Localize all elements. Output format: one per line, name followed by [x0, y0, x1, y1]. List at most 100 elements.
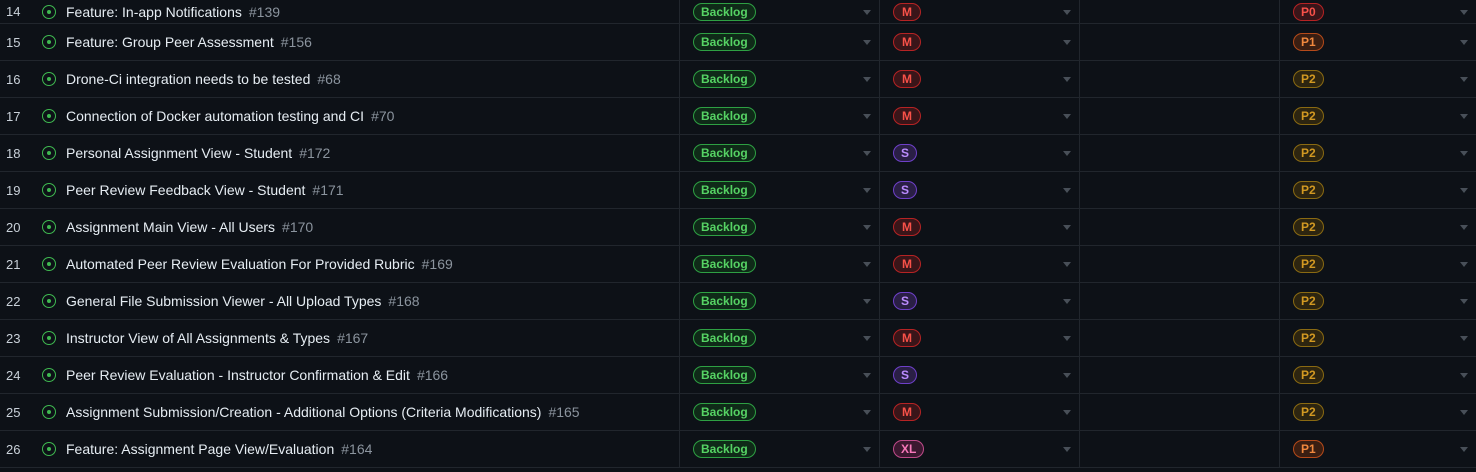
size-cell[interactable]: M	[880, 24, 1080, 60]
issue-title-link[interactable]: Feature: Group Peer Assessment	[66, 34, 274, 50]
title-cell[interactable]: Instructor View of All Assignments & Typ…	[38, 320, 680, 356]
status-cell[interactable]: Backlog	[680, 172, 880, 208]
priority-cell[interactable]: P0	[1280, 0, 1476, 23]
issue-title-link[interactable]: Assignment Submission/Creation - Additio…	[66, 404, 541, 420]
table-row[interactable]: 24 Peer Review Evaluation - Instructor C…	[0, 357, 1476, 394]
size-cell[interactable]: M	[880, 394, 1080, 430]
empty-field-cell[interactable]	[1080, 357, 1280, 393]
title-cell[interactable]: Automated Peer Review Evaluation For Pro…	[38, 246, 680, 282]
size-cell[interactable]: S	[880, 283, 1080, 319]
size-cell[interactable]: M	[880, 246, 1080, 282]
triangle-down-icon[interactable]	[863, 373, 871, 378]
triangle-down-icon[interactable]	[1460, 336, 1468, 341]
empty-field-cell[interactable]	[1080, 246, 1280, 282]
triangle-down-icon[interactable]	[863, 77, 871, 82]
empty-field-cell[interactable]	[1080, 98, 1280, 134]
title-cell[interactable]: Feature: Assignment Page View/Evaluation…	[38, 431, 680, 467]
issue-title-link[interactable]: Assignment Main View - All Users	[66, 219, 275, 235]
priority-cell[interactable]: P2	[1280, 98, 1476, 134]
triangle-down-icon[interactable]	[1063, 336, 1071, 341]
priority-cell[interactable]: P2	[1280, 172, 1476, 208]
issue-title-link[interactable]: Feature: Assignment Page View/Evaluation	[66, 441, 334, 457]
issue-title-link[interactable]: Feature: In-app Notifications	[66, 4, 242, 20]
priority-cell[interactable]: P2	[1280, 357, 1476, 393]
status-cell[interactable]: Backlog	[680, 209, 880, 245]
status-cell[interactable]: Backlog	[680, 61, 880, 97]
table-row[interactable]: 23 Instructor View of All Assignments & …	[0, 320, 1476, 357]
issue-title-link[interactable]: Instructor View of All Assignments & Typ…	[66, 330, 330, 346]
triangle-down-icon[interactable]	[1460, 447, 1468, 452]
empty-field-cell[interactable]	[1080, 320, 1280, 356]
priority-cell[interactable]: P2	[1280, 209, 1476, 245]
triangle-down-icon[interactable]	[863, 336, 871, 341]
issue-title-link[interactable]: Drone-Ci integration needs to be tested	[66, 71, 310, 87]
triangle-down-icon[interactable]	[1063, 373, 1071, 378]
triangle-down-icon[interactable]	[1460, 151, 1468, 156]
issue-title-link[interactable]: Automated Peer Review Evaluation For Pro…	[66, 256, 415, 272]
empty-field-cell[interactable]	[1080, 0, 1280, 23]
triangle-down-icon[interactable]	[1460, 299, 1468, 304]
triangle-down-icon[interactable]	[1460, 262, 1468, 267]
size-cell[interactable]: M	[880, 61, 1080, 97]
issue-title-link[interactable]: Peer Review Feedback View - Student	[66, 182, 305, 198]
priority-cell[interactable]: P2	[1280, 61, 1476, 97]
triangle-down-icon[interactable]	[1063, 262, 1071, 267]
triangle-down-icon[interactable]	[1063, 151, 1071, 156]
title-cell[interactable]: Peer Review Feedback View - Student #171	[38, 172, 680, 208]
status-cell[interactable]: Backlog	[680, 394, 880, 430]
priority-cell[interactable]: P2	[1280, 394, 1476, 430]
triangle-down-icon[interactable]	[863, 299, 871, 304]
triangle-down-icon[interactable]	[1460, 9, 1468, 15]
triangle-down-icon[interactable]	[1460, 40, 1468, 45]
triangle-down-icon[interactable]	[1460, 188, 1468, 193]
triangle-down-icon[interactable]	[1063, 188, 1071, 193]
priority-cell[interactable]: P2	[1280, 246, 1476, 282]
empty-field-cell[interactable]	[1080, 209, 1280, 245]
title-cell[interactable]: Assignment Main View - All Users #170	[38, 209, 680, 245]
table-row[interactable]: 19 Peer Review Feedback View - Student #…	[0, 172, 1476, 209]
triangle-down-icon[interactable]	[1063, 410, 1071, 415]
issue-title-link[interactable]: Personal Assignment View - Student	[66, 145, 292, 161]
size-cell[interactable]: M	[880, 98, 1080, 134]
title-cell[interactable]: Personal Assignment View - Student #172	[38, 135, 680, 171]
size-cell[interactable]: S	[880, 172, 1080, 208]
triangle-down-icon[interactable]	[1063, 299, 1071, 304]
triangle-down-icon[interactable]	[1063, 9, 1071, 15]
title-cell[interactable]: Feature: In-app Notifications #139	[38, 0, 680, 23]
table-row[interactable]: 20 Assignment Main View - All Users #170…	[0, 209, 1476, 246]
triangle-down-icon[interactable]	[1460, 77, 1468, 82]
priority-cell[interactable]: P1	[1280, 431, 1476, 467]
triangle-down-icon[interactable]	[863, 447, 871, 452]
status-cell[interactable]: Backlog	[680, 135, 880, 171]
table-row[interactable]: 17 Connection of Docker automation testi…	[0, 98, 1476, 135]
empty-field-cell[interactable]	[1080, 283, 1280, 319]
status-cell[interactable]: Backlog	[680, 431, 880, 467]
triangle-down-icon[interactable]	[1063, 77, 1071, 82]
status-cell[interactable]: Backlog	[680, 320, 880, 356]
triangle-down-icon[interactable]	[863, 188, 871, 193]
triangle-down-icon[interactable]	[1063, 40, 1071, 45]
status-cell[interactable]: Backlog	[680, 357, 880, 393]
triangle-down-icon[interactable]	[863, 262, 871, 267]
table-row[interactable]: 14 Feature: In-app Notifications #139 Ba…	[0, 0, 1476, 24]
triangle-down-icon[interactable]	[1460, 114, 1468, 119]
priority-cell[interactable]: P2	[1280, 135, 1476, 171]
empty-field-cell[interactable]	[1080, 431, 1280, 467]
triangle-down-icon[interactable]	[863, 410, 871, 415]
table-row[interactable]: 26 Feature: Assignment Page View/Evaluat…	[0, 431, 1476, 468]
empty-field-cell[interactable]	[1080, 61, 1280, 97]
empty-field-cell[interactable]	[1080, 172, 1280, 208]
triangle-down-icon[interactable]	[863, 225, 871, 230]
triangle-down-icon[interactable]	[1063, 114, 1071, 119]
issue-title-link[interactable]: Peer Review Evaluation - Instructor Conf…	[66, 367, 410, 383]
title-cell[interactable]: Peer Review Evaluation - Instructor Conf…	[38, 357, 680, 393]
status-cell[interactable]: Backlog	[680, 24, 880, 60]
table-row[interactable]: 21 Automated Peer Review Evaluation For …	[0, 246, 1476, 283]
size-cell[interactable]: M	[880, 209, 1080, 245]
size-cell[interactable]: XL	[880, 431, 1080, 467]
triangle-down-icon[interactable]	[1063, 225, 1071, 230]
size-cell[interactable]: M	[880, 0, 1080, 23]
triangle-down-icon[interactable]	[1460, 225, 1468, 230]
size-cell[interactable]: S	[880, 357, 1080, 393]
table-row[interactable]: 22 General File Submission Viewer - All …	[0, 283, 1476, 320]
